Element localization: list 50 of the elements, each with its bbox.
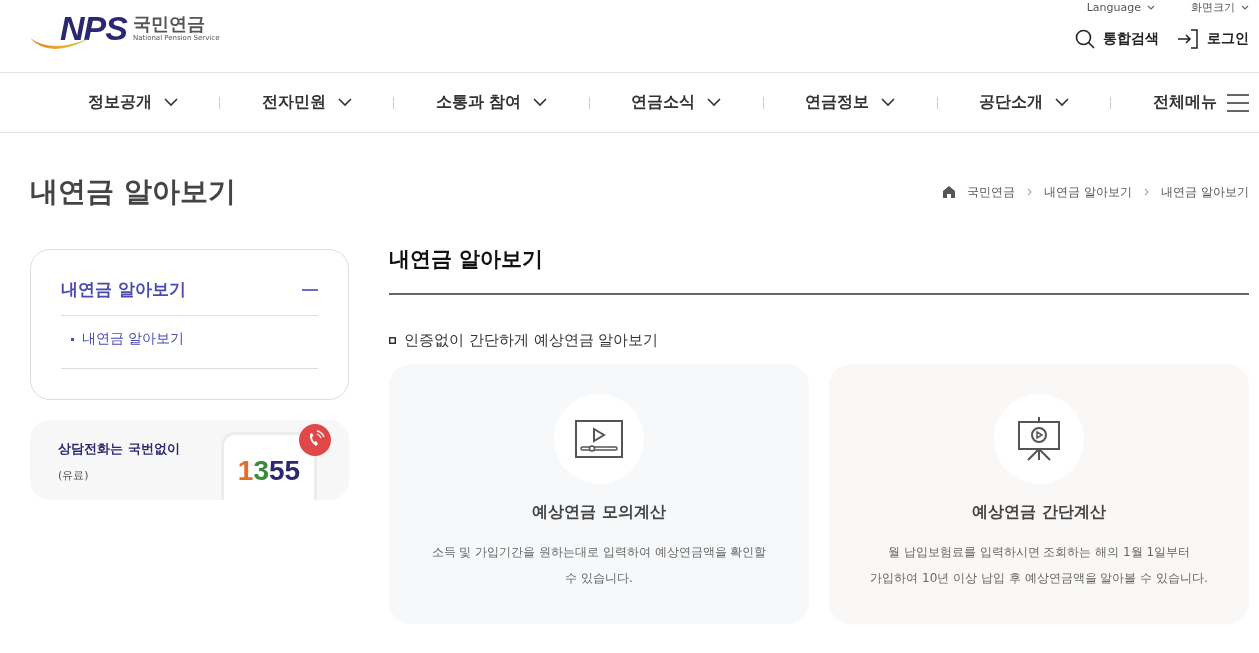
logo-name: 국민연금	[132, 14, 206, 34]
chevron-down-icon	[1241, 5, 1249, 10]
card-title: 예상연금 간단계산	[972, 502, 1106, 523]
chevron-down-icon	[1147, 5, 1155, 10]
bullet-icon	[389, 337, 396, 344]
search-icon	[1075, 29, 1095, 49]
chevron-down-icon	[707, 98, 722, 107]
card-description: 소득 및 가입기간을 원하는대로 입력하여 예상연금액을 확인할 수 있습니다.	[431, 544, 767, 587]
nav-item[interactable]: 공단소개	[978, 92, 1069, 113]
breadcrumb-link[interactable]: 국민연금	[967, 183, 1016, 201]
presentation-screen-icon	[1018, 417, 1060, 461]
chevron-down-icon	[1054, 98, 1069, 107]
calculator-card[interactable]: 예상연금 간단계산 월 납입보험료를 입력하시면 조회하는 해의 1월 1일부터 가입하여 10년 이상 납입 후 예상연금액을 알아볼 수 있습니다.	[829, 364, 1249, 624]
nav-item[interactable]: 소통과 참여	[435, 92, 548, 113]
phone-number: 1355	[237, 455, 301, 488]
chevron-right-icon	[1144, 188, 1150, 196]
calculator-card[interactable]: 예상연금 모의계산 소득 및 가입기간을 원하는대로 입력하여 예상연금액을 확인할 수 있습니다.	[389, 364, 809, 624]
nav-item[interactable]: 연금정보	[805, 92, 896, 113]
card-description: 월 납입보험료를 입력하시면 조회하는 해의 1월 1일부터 가입하여 10년 이상 납입 후 예상연금액을 알아볼 수 있습니다.	[870, 544, 1208, 587]
chevron-right-icon	[1027, 188, 1033, 196]
card-title: 예상연금 모의계산	[532, 502, 666, 523]
call-note: (유료)	[58, 468, 90, 483]
nav-item[interactable]: 연금소식	[631, 92, 722, 113]
chevron-down-icon	[881, 98, 896, 107]
chevron-down-icon	[164, 98, 178, 107]
nav-item[interactable]: 정보공개	[88, 92, 178, 113]
breadcrumb-link[interactable]: 내연금 알아보기	[1044, 183, 1133, 201]
sidebar-item[interactable]: 내연금 알아보기	[61, 330, 185, 348]
login-icon	[1177, 29, 1199, 49]
breadcrumb-link[interactable]: 내연금 알아보기	[1161, 183, 1249, 201]
swoosh-icon	[30, 38, 90, 52]
utility-link[interactable]: Language	[1086, 0, 1155, 15]
menu-icon	[1226, 93, 1249, 112]
sidebar-heading[interactable]: 내연금 알아보기	[61, 278, 318, 316]
content-heading: 내연금 알아보기	[389, 245, 1249, 295]
chevron-down-icon	[533, 98, 548, 107]
logo-mark[interactable]: NPS	[60, 10, 127, 46]
bullet-icon	[71, 337, 74, 341]
page-title: 내연금 알아보기	[30, 174, 236, 210]
minus-icon	[302, 288, 318, 291]
home-icon	[943, 186, 956, 198]
utility-link[interactable]: 화면크기	[1191, 0, 1249, 15]
nav-item[interactable]: 전자민원	[261, 92, 352, 113]
nav-item[interactable]: 전체메뉴	[1152, 92, 1249, 113]
search-button[interactable]: 통합검색	[1075, 29, 1159, 49]
video-player-icon	[575, 420, 623, 458]
section-title: 인증없이 간단하게 예상연금 알아보기	[404, 331, 659, 350]
chevron-down-icon	[337, 98, 352, 107]
login-button[interactable]: 로그인	[1177, 29, 1249, 49]
call-title: 상담전화는 국번없이	[58, 440, 180, 458]
